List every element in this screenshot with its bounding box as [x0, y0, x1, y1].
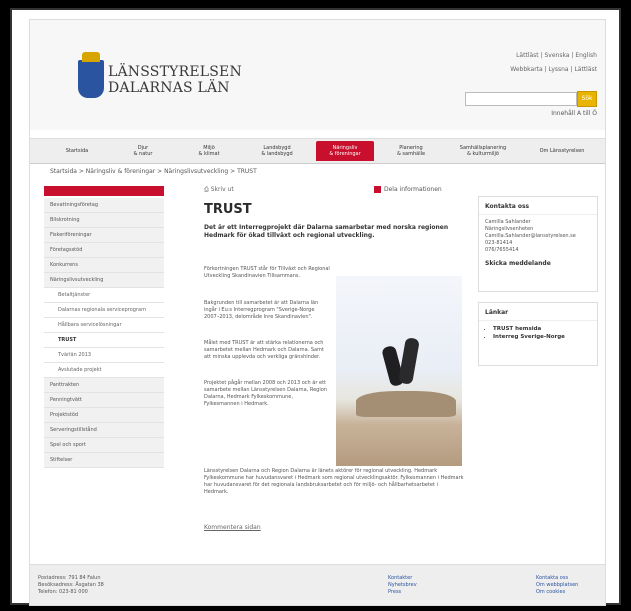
left-menu-header — [44, 186, 164, 196]
address-line: Telefon: 023-81 000 — [38, 589, 88, 595]
lead-text: Det är ett Interregprojekt där Dalarna s… — [204, 224, 449, 239]
nav-om-lansstyrelsen[interactable]: Om Länsstyrelsen — [526, 141, 598, 161]
links-list: TRUST hemsida Interreg Sverige-Norge — [479, 321, 597, 347]
link-item[interactable]: Interreg Sverige-Norge — [493, 333, 597, 341]
menu-item[interactable]: Bilskrotning — [44, 213, 164, 228]
footer-link[interactable]: Kontakta oss — [536, 575, 578, 582]
main-nav: Startsida Djur & natur Miljö & klimat La… — [30, 138, 605, 164]
nav-miljo-klimat[interactable]: Miljö & klimat — [180, 141, 238, 161]
nav-djur-natur[interactable]: Djur & natur — [114, 141, 172, 161]
dancer-figure — [398, 337, 420, 385]
footer-links-col1: Kontakter Nyhetsbrev Press — [388, 575, 417, 596]
breadcrumb[interactable]: Startsida > Näringsliv & föreningar > Nä… — [50, 168, 257, 175]
page-title: TRUST — [204, 202, 252, 217]
site-footer: Postadress: 791 84 Falun Besöksadress: Å… — [30, 564, 605, 605]
search-input[interactable] — [465, 92, 577, 106]
top-links[interactable]: Lättläst | Svenska | English — [516, 52, 597, 59]
site-header: LÄNSSTYRELSEN DALARNAS LÄN Lättläst | Sv… — [30, 20, 605, 130]
menu-item[interactable]: Panttrakten — [44, 378, 164, 393]
print-link[interactable]: ⎙ Skriv ut — [204, 186, 234, 194]
top-links-secondary[interactable]: Webbkarta | Lyssna | Lättläst — [510, 66, 597, 73]
contact-line: Näringslivsenheten — [485, 226, 534, 232]
footer-links-col2: Kontakta oss Om webbplatsen Om cookies — [536, 575, 578, 596]
menu-item[interactable]: Spel och sport — [44, 438, 164, 453]
share-link[interactable]: Dela informationen — [374, 186, 442, 193]
web-page: LÄNSSTYRELSEN DALARNAS LÄN Lättläst | Sv… — [30, 20, 605, 605]
menu-item[interactable]: Företagsstöd — [44, 243, 164, 258]
submenu-item[interactable]: Tvärlän 2013 — [44, 348, 164, 363]
footer-link[interactable]: Nyhetsbrev — [388, 582, 417, 589]
paragraph: Bakgrunden till samarbetet är att Dalarn… — [204, 300, 319, 320]
footer-link[interactable]: Om webbplatsen — [536, 582, 578, 589]
menu-item[interactable]: Serveringstillstånd — [44, 423, 164, 438]
footer-link[interactable]: Kontakter — [388, 575, 417, 582]
coat-of-arms-icon — [78, 52, 104, 98]
logo-line2: DALARNAS LÄN — [108, 80, 230, 96]
printer-icon: ⎙ — [204, 186, 211, 193]
menu-item[interactable]: Konkurrens — [44, 258, 164, 273]
submenu-item[interactable]: Dalarnas regionala serviceprogram — [44, 303, 164, 318]
footer-address: Postadress: 791 84 Falun Besöksadress: Å… — [38, 575, 104, 596]
paragraph: Målet med TRUST är att stärka relationer… — [204, 340, 324, 360]
contact-line: 076/7655414 — [485, 247, 519, 253]
nav-samhallsplanering[interactable]: Samhällsplanering & kulturmiljö — [448, 141, 518, 161]
send-message-link[interactable]: Skicka meddelande — [479, 258, 597, 273]
address-line: Besöksadress: Åsgatan 38 — [38, 582, 104, 588]
rock-shape — [356, 391, 456, 417]
dancers-photo — [336, 276, 462, 466]
paragraph: Länsstyrelsen Dalarna och Region Dalarna… — [204, 468, 464, 495]
menu-item[interactable]: Näringslivsutveckling — [44, 273, 164, 288]
nav-landsbygd[interactable]: Landsbygd & landsbygd — [246, 141, 308, 161]
submenu-item[interactable]: Hållbara servicelösningar — [44, 318, 164, 333]
address-line: Postadress: 791 84 Falun — [38, 575, 101, 581]
submenu-item-active[interactable]: TRUST — [44, 333, 164, 348]
contact-heading: Kontakta oss — [479, 197, 597, 215]
menu-item[interactable]: Stiftelser — [44, 453, 164, 468]
nav-naringsliv-active[interactable]: Näringsliv & föreningar — [316, 141, 374, 161]
contact-box: Kontakta oss Camilla Sahlander Näringsli… — [478, 196, 598, 292]
contact-line[interactable]: Camilla.Sahlander@lansstyrelsen.se — [485, 233, 591, 240]
nav-startsida[interactable]: Startsida — [48, 141, 106, 161]
menu-item[interactable]: Penningtvätt — [44, 393, 164, 408]
footer-link[interactable]: Om cookies — [536, 589, 578, 596]
window-border: LÄNSSTYRELSEN DALARNAS LÄN Lättläst | Sv… — [10, 8, 621, 605]
menu-item[interactable]: Bevattningsföretag — [44, 198, 164, 213]
paragraph: Projektet pågår mellan 2008 och 2013 och… — [204, 380, 327, 407]
contact-details: Camilla Sahlander Näringslivsenheten Cam… — [479, 215, 597, 258]
menu-item[interactable]: Fiskeriföreningar — [44, 228, 164, 243]
az-link[interactable]: Innehåll A till Ö — [551, 110, 597, 117]
submenu-item[interactable]: Avslutade projekt — [44, 363, 164, 378]
left-menu: Bevattningsföretag Bilskrotning Fiskerif… — [44, 186, 164, 468]
contact-line: 023-81414 — [485, 240, 513, 246]
links-heading: Länkar — [479, 303, 597, 321]
contact-line: Camilla Sahlander — [485, 219, 531, 225]
footer-link[interactable]: Press — [388, 589, 417, 596]
paragraph: Förkortningen TRUST står för Tillväxt oc… — [204, 266, 330, 279]
nav-planering[interactable]: Planering & samhälle — [382, 141, 440, 161]
print-label: Skriv ut — [210, 186, 234, 193]
search-button[interactable]: Sök — [577, 91, 597, 107]
logo-line1: LÄNSSTYRELSEN — [108, 64, 242, 80]
links-box: Länkar TRUST hemsida Interreg Sverige-No… — [478, 302, 598, 366]
submenu-item[interactable]: Betaltjänster — [44, 288, 164, 303]
comment-link[interactable]: Kommentera sidan — [204, 524, 261, 531]
menu-item[interactable]: Projektstöd — [44, 408, 164, 423]
link-item[interactable]: TRUST hemsida — [493, 325, 597, 333]
